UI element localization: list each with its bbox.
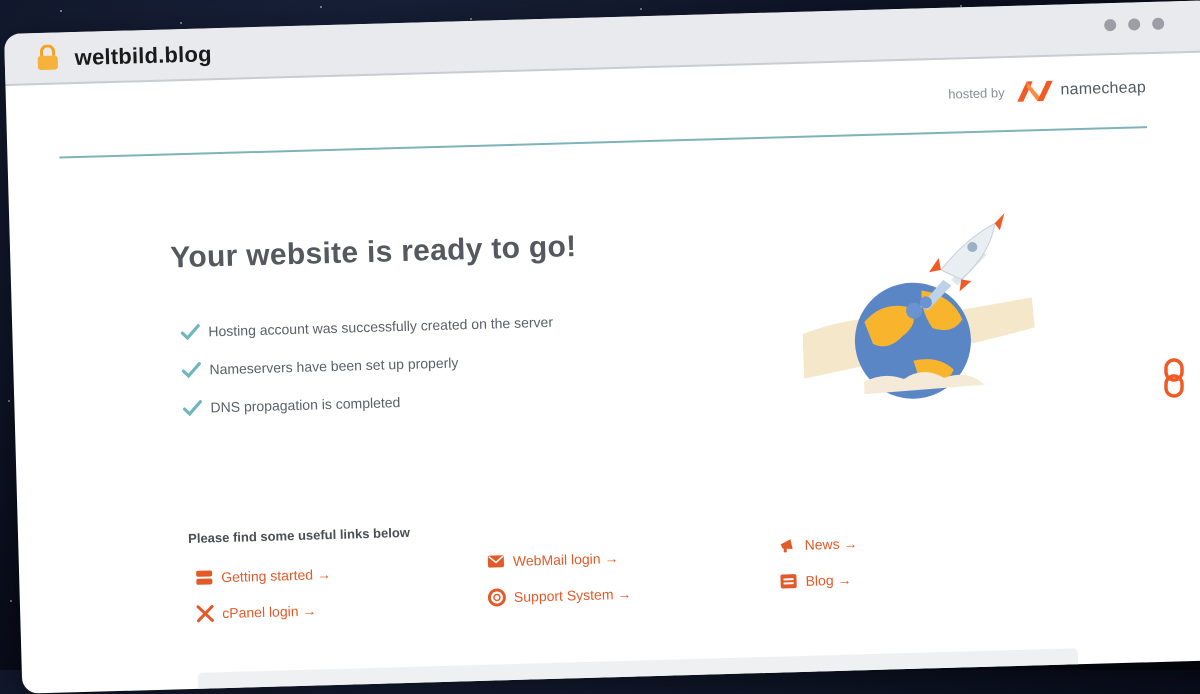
checklist-text: DNS propagation is completed [210,394,401,416]
getting-started-label: Getting started → [221,566,332,586]
footer-bar [197,648,1079,694]
guestpostlinks-watermark: GUESTPOSTLINKS [1150,58,1194,398]
server-icon [195,568,213,586]
check-icon [182,400,202,417]
check-icon [181,362,201,379]
news-link[interactable]: News → [778,534,858,554]
window-dot[interactable] [1104,18,1117,32]
watermark-text: GUESTPOSTLINKS [1156,79,1184,328]
support-system-label: Support System → [513,585,632,605]
page-content: hosted by namecheap Your website is read… [5,52,1200,694]
window-dot[interactable] [1128,18,1141,31]
lock-icon [37,44,58,70]
address-bar-url[interactable]: weltbild.blog [74,41,212,71]
blog-icon [779,572,797,590]
webmail-login-label: WebMail login → [512,550,619,569]
hosted-by: hosted by namecheap [948,76,1146,106]
cpanel-login-label: cPanel login → [222,602,317,622]
hosted-by-label: hosted by [948,84,1005,102]
getting-started-link[interactable]: Getting started → [195,565,331,587]
window-dot[interactable] [1151,17,1165,30]
mail-icon [487,552,505,570]
tools-icon [196,604,214,623]
webmail-login-link[interactable]: WebMail login → [487,549,619,571]
lifebuoy-icon [487,588,506,607]
checklist-text: Hosting account was successfully created… [208,313,554,340]
check-icon [180,324,200,341]
browser-window: weltbild.blog hosted by namecheap Your w… [4,0,1200,694]
blog-link[interactable]: Blog → [779,571,852,591]
namecheap-brand-name: namecheap [1060,79,1147,99]
support-system-link[interactable]: Support System → [487,585,632,607]
window-controls [1104,17,1165,32]
checklist-text: Nameservers have been set up properly [209,354,459,378]
namecheap-logo-icon [1016,80,1053,102]
megaphone-icon [778,536,796,554]
namecheap-logo[interactable]: namecheap [1014,76,1146,104]
blog-label: Blog → [805,571,852,589]
useful-links-title: Please find some useful links below [187,524,411,547]
cpanel-login-link[interactable]: cPanel login → [196,602,317,623]
rocket-globe-illustration [802,213,1035,399]
page-title: Your website is ready to go! [169,230,577,275]
news-label: News → [804,535,858,553]
chain-link-icon [1164,358,1184,398]
status-checklist: Hosting account was successfully created… [180,303,556,427]
header-divider [59,126,1148,159]
